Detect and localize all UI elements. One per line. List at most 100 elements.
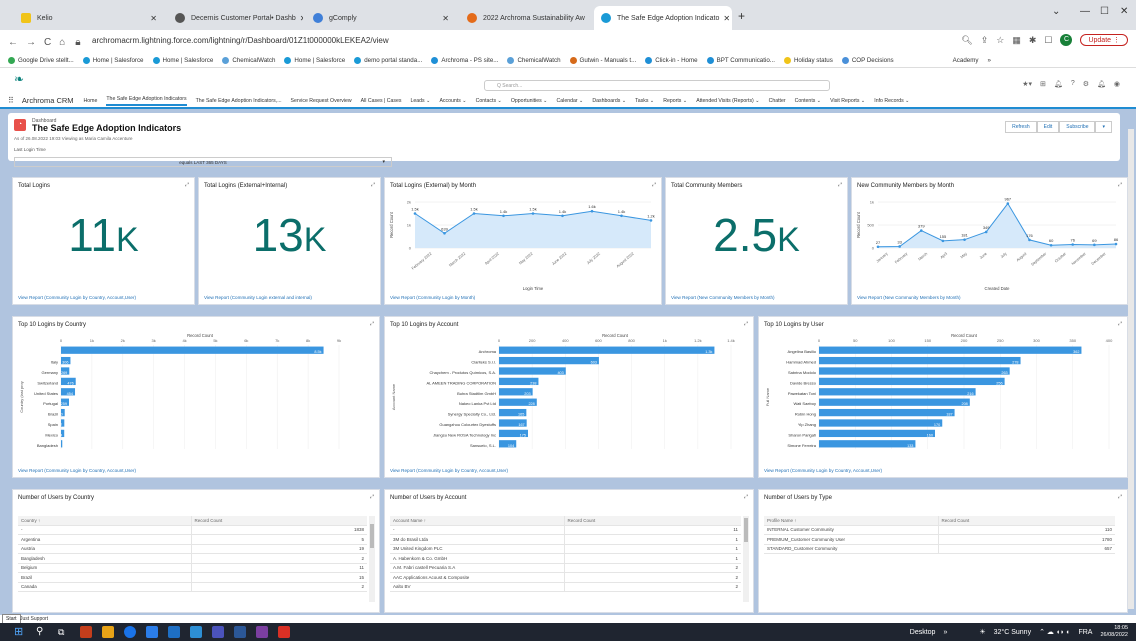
close-window-icon[interactable]: ✕ bbox=[1120, 6, 1128, 17]
nav-item-contents[interactable]: Contents ⌄ bbox=[795, 98, 822, 104]
desktop-toolbar[interactable]: Desktop bbox=[910, 629, 936, 636]
view-report-link[interactable]: View Report (Community Login by Country,… bbox=[18, 468, 136, 473]
task-view-icon[interactable]: ⧉ bbox=[58, 626, 70, 638]
language-indicator[interactable]: FRA bbox=[1078, 629, 1092, 636]
nav-item-service-request[interactable]: Service Request Overview bbox=[291, 98, 352, 104]
bookmark-item[interactable]: ChemicalWatch bbox=[507, 56, 561, 64]
user-avatar-icon[interactable]: ◉ bbox=[1114, 80, 1120, 88]
browser-tab-safe-edge[interactable]: The Safe Edge Adoption Indicato ✕ bbox=[594, 6, 732, 30]
minimize-icon[interactable]: — bbox=[1080, 6, 1090, 17]
view-report-link[interactable]: View Report (Community Login by Month) bbox=[390, 295, 475, 300]
weather-text[interactable]: 32°C Sunny bbox=[994, 629, 1031, 636]
share-icon[interactable]: ⇪ bbox=[981, 35, 989, 46]
expand-icon[interactable]: ⤢ bbox=[838, 182, 842, 188]
expand-icon[interactable]: ⤢ bbox=[744, 494, 748, 500]
column-header[interactable]: Profile Name ↑ bbox=[764, 518, 938, 523]
more-bookmarks-icon[interactable]: » bbox=[987, 57, 990, 64]
column-header[interactable]: Record Count bbox=[937, 516, 1116, 525]
weather-icon[interactable]: ☀ bbox=[979, 628, 985, 636]
bookmark-item[interactable]: Google Drive stellt... bbox=[8, 56, 74, 64]
bookmark-item[interactable]: BPT Communicatio... bbox=[706, 56, 775, 64]
skype-icon[interactable] bbox=[190, 626, 202, 638]
slack-icon[interactable] bbox=[256, 626, 268, 638]
expand-icon[interactable]: ⤢ bbox=[370, 494, 374, 500]
bookmark-item[interactable]: Academy bbox=[953, 57, 979, 64]
page-scrollbar[interactable] bbox=[1128, 129, 1134, 609]
url-field[interactable]: archromacrm.lightning.force.com/lightnin… bbox=[92, 36, 389, 45]
browser-tab-archroma-award[interactable]: 2022 Archroma Sustainability Aw ✕ bbox=[460, 6, 590, 30]
column-header[interactable]: Record Count bbox=[190, 516, 368, 525]
favorites-icon[interactable]: ★▾ bbox=[1022, 80, 1032, 88]
teams-icon[interactable] bbox=[212, 626, 224, 638]
column-header[interactable]: Record Count bbox=[563, 516, 742, 525]
browser-tab-kelio[interactable]: Kelio ✕ bbox=[14, 6, 164, 30]
bookmark-item[interactable]: Home | Salesforce bbox=[82, 56, 144, 64]
nav-item-accounts[interactable]: Accounts ⌄ bbox=[439, 98, 466, 104]
bookmark-item[interactable]: Home | Salesforce bbox=[284, 56, 345, 64]
nav-item-tasks[interactable]: Tasks ⌄ bbox=[635, 98, 654, 104]
app-icon[interactable] bbox=[234, 626, 246, 638]
refresh-button[interactable]: Refresh bbox=[1005, 121, 1037, 133]
expand-icon[interactable]: ⤢ bbox=[1118, 321, 1122, 327]
column-header[interactable]: Account Name ↑ bbox=[390, 518, 564, 523]
powerpoint-icon[interactable] bbox=[80, 626, 92, 638]
nav-item-leads[interactable]: Leads ⌄ bbox=[411, 98, 431, 104]
view-report-link[interactable]: View Report (Community Login by Country,… bbox=[764, 468, 882, 473]
forward-icon[interactable]: → bbox=[26, 37, 36, 48]
expand-icon[interactable]: ⤢ bbox=[1118, 182, 1122, 188]
close-icon[interactable]: ✕ bbox=[146, 14, 157, 23]
table-scrollbar[interactable] bbox=[743, 516, 749, 602]
clock[interactable]: 18:05 26/08/2022 bbox=[1100, 625, 1128, 639]
expand-icon[interactable]: ⤢ bbox=[744, 321, 748, 327]
bookmark-item[interactable]: Archroma - PS site... bbox=[431, 56, 498, 64]
view-report-link[interactable]: View Report (New Community Members by Mo… bbox=[671, 295, 775, 300]
scrollbar-thumb[interactable] bbox=[744, 518, 748, 542]
more-actions-icon[interactable]: ▾ bbox=[1095, 121, 1112, 133]
bookmark-item[interactable]: COP Decisions bbox=[841, 56, 894, 64]
close-icon[interactable]: ✕ bbox=[438, 14, 449, 23]
bookmark-item[interactable]: Home | Salesforce bbox=[152, 56, 213, 64]
column-header[interactable]: Country ↑ bbox=[18, 518, 191, 523]
zoom-icon[interactable]: 🔍︎ bbox=[961, 35, 972, 46]
view-report-link[interactable]: View Report (Community Login by Country,… bbox=[18, 295, 136, 300]
back-icon[interactable]: ← bbox=[8, 37, 18, 48]
tray-icons[interactable]: ⌃ ☁ ◖◗ ◐ bbox=[1039, 628, 1070, 636]
bell-icon[interactable]: 🔔︎ bbox=[1097, 80, 1106, 88]
update-button[interactable]: Update ⋮ bbox=[1080, 34, 1128, 46]
bookmark-star-icon[interactable]: ☆ bbox=[996, 35, 1004, 46]
help-icon[interactable]: ? bbox=[1071, 80, 1075, 88]
nav-item-safe-edge-2[interactable]: The Safe Edge Adoption Indicators,... bbox=[196, 98, 282, 104]
nav-item-reports[interactable]: Reports ⌄ bbox=[663, 98, 687, 104]
scrollbar-thumb[interactable] bbox=[370, 524, 374, 548]
browser-tab-gcomply[interactable]: gComply ✕ bbox=[306, 6, 456, 30]
file-explorer-icon[interactable] bbox=[102, 626, 114, 638]
bookmark-item[interactable]: Gutwin - Manuals t... bbox=[569, 56, 636, 64]
expand-icon[interactable]: ⤢ bbox=[652, 182, 656, 188]
table-scrollbar[interactable] bbox=[369, 516, 375, 602]
nav-item-home[interactable]: Home bbox=[84, 98, 98, 104]
expand-icon[interactable]: ⤢ bbox=[185, 182, 189, 188]
bookmark-item[interactable]: ChemicalWatch bbox=[222, 56, 275, 64]
home-icon[interactable]: ⌂ bbox=[59, 37, 65, 48]
search-input[interactable]: Q Search... bbox=[484, 80, 830, 91]
sidepanel-icon[interactable]: ☐ bbox=[1044, 35, 1052, 46]
nav-item-contacts[interactable]: Contacts ⌄ bbox=[476, 98, 502, 104]
app-launcher-icon[interactable]: ⠿ bbox=[8, 96, 14, 105]
chevron-down-icon[interactable]: ⌄ bbox=[1052, 6, 1060, 17]
browser-tab-decernis[interactable]: Decernis Customer Portal• Dashb ✕ bbox=[168, 6, 303, 30]
gear-icon[interactable]: ⚙ bbox=[1083, 80, 1089, 88]
edge-icon[interactable] bbox=[146, 626, 158, 638]
view-report-link[interactable]: View Report (Community Login by Country,… bbox=[390, 468, 508, 473]
reload-icon[interactable]: C bbox=[44, 37, 51, 48]
edit-button[interactable]: Edit bbox=[1036, 121, 1060, 133]
bookmark-item[interactable]: Click-in - Home bbox=[645, 56, 698, 64]
nav-item-calendar[interactable]: Calendar ⌄ bbox=[557, 98, 584, 104]
close-icon[interactable]: ✕ bbox=[296, 14, 303, 23]
chevron-up-icon[interactable]: » bbox=[943, 629, 947, 636]
close-icon[interactable]: ✕ bbox=[585, 14, 590, 23]
maximize-icon[interactable]: ☐ bbox=[1100, 6, 1109, 17]
expand-icon[interactable]: ⤢ bbox=[371, 182, 375, 188]
nav-item-visit-reports[interactable]: Visit Reports ⌄ bbox=[830, 98, 865, 104]
nav-item-info-records[interactable]: Info Records ⌄ bbox=[874, 98, 909, 104]
nav-item-safe-edge[interactable]: The Safe Edge Adoption Indicators bbox=[106, 96, 187, 106]
